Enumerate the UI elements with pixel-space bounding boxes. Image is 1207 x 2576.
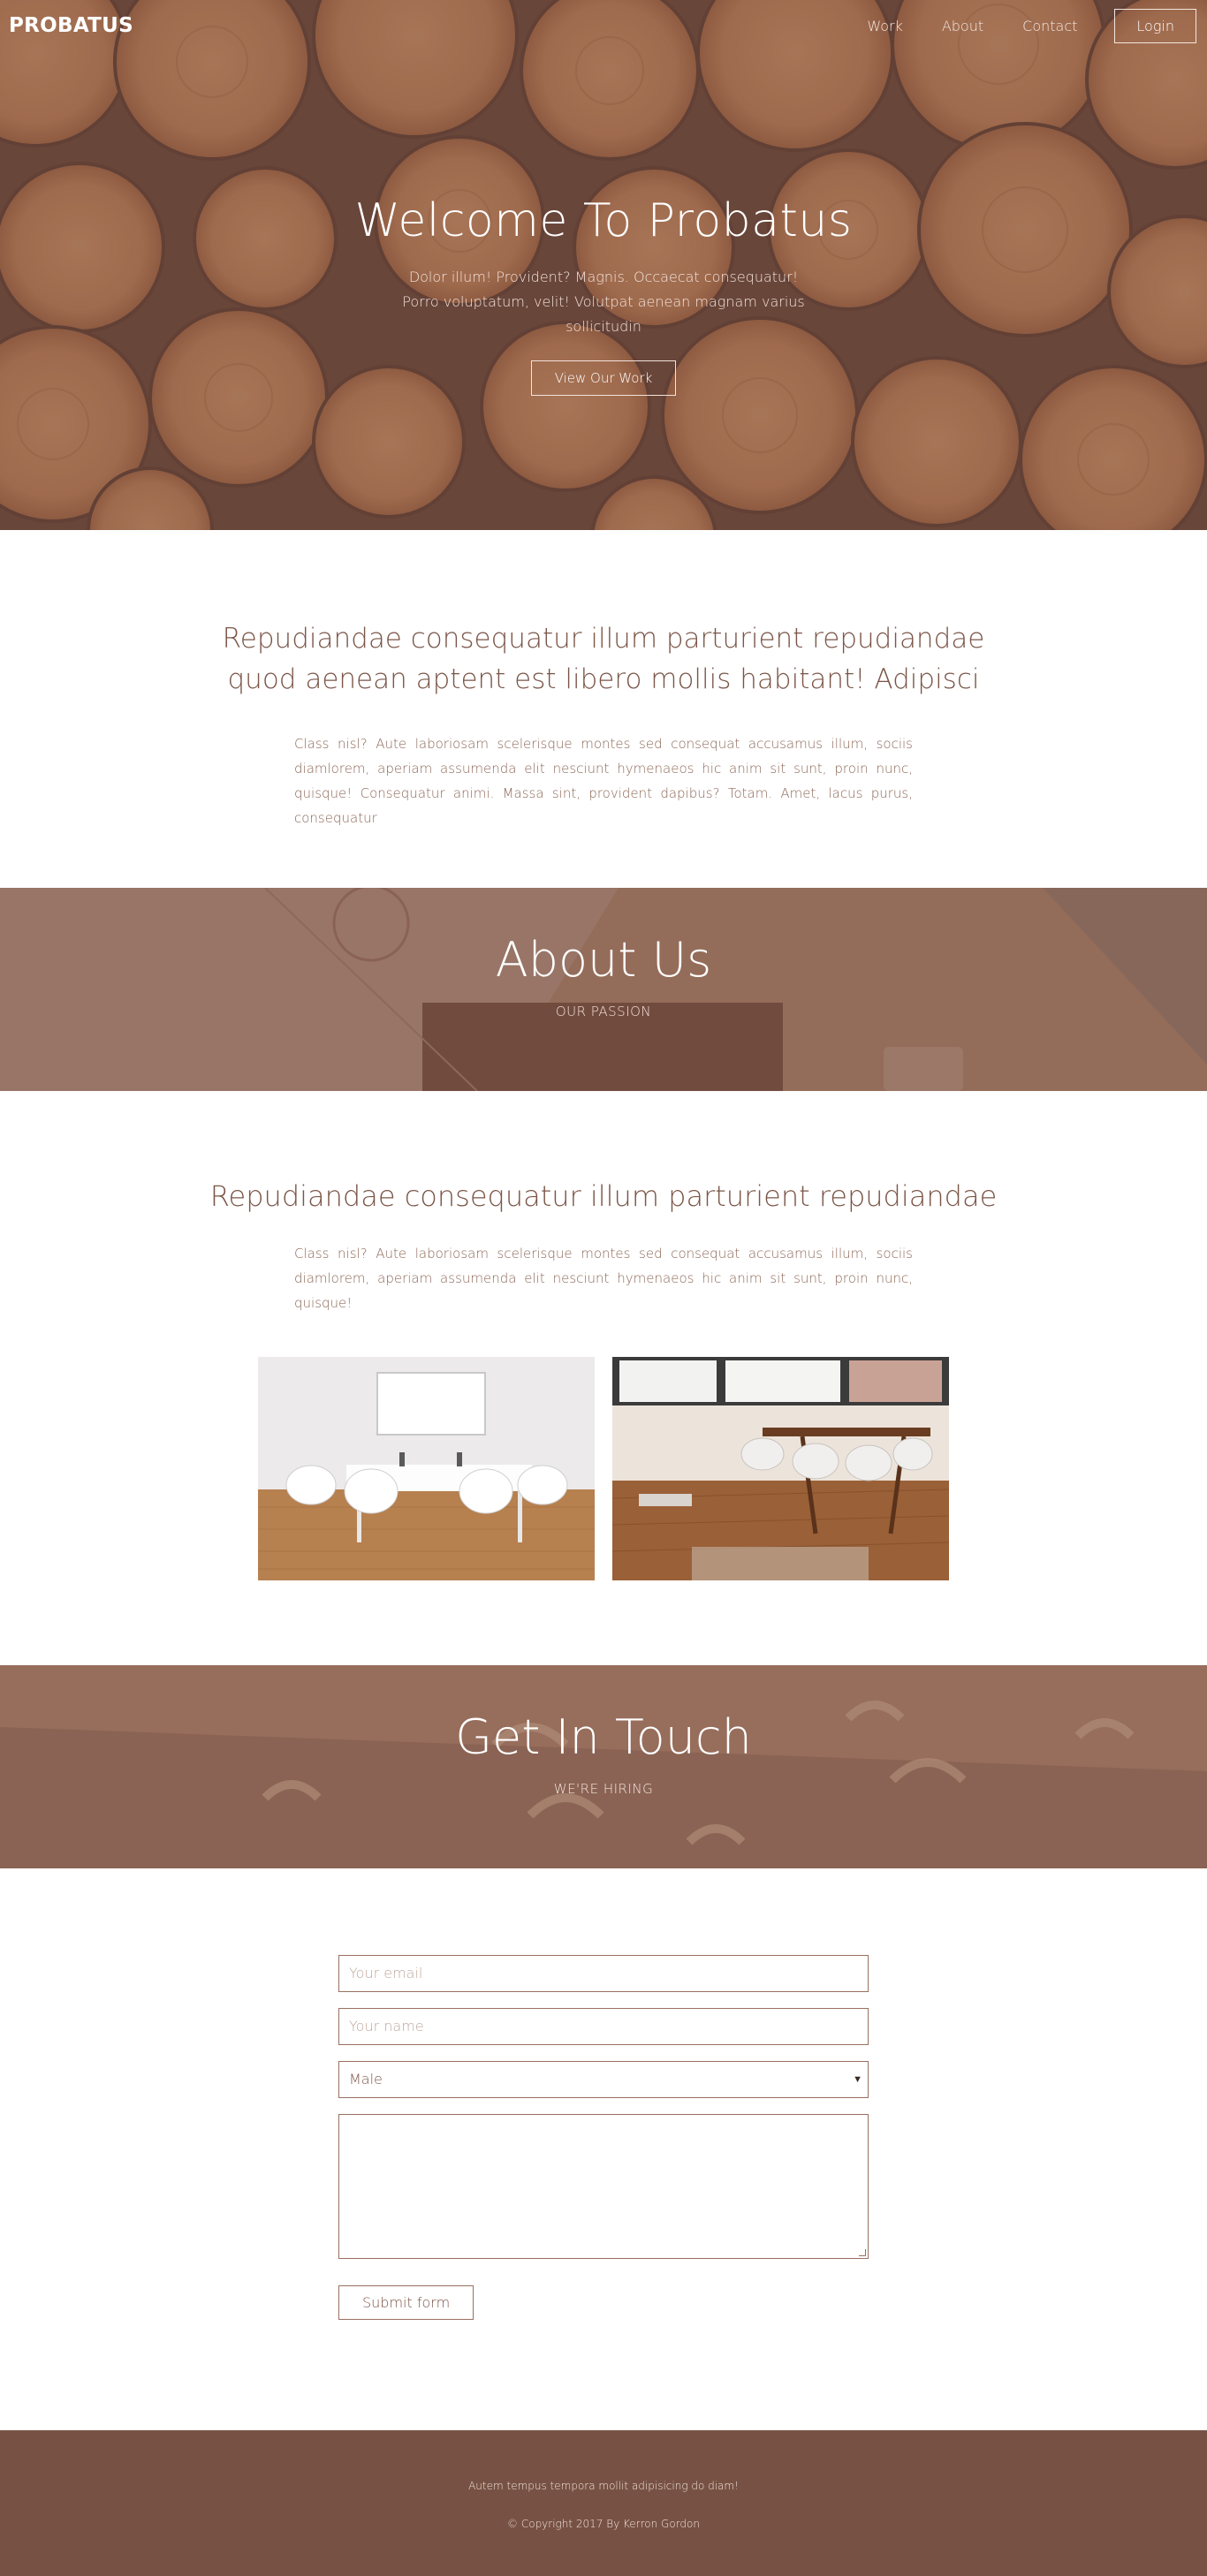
footer-copyright: © Copyright 2017 By Kerron Gordon: [507, 2518, 700, 2530]
photo-gallery: [0, 1357, 1207, 1580]
view-our-work-button[interactable]: View Our Work: [530, 360, 677, 396]
about-banner-subtitle: OUR PASSION: [555, 1004, 652, 1019]
nav-link-work[interactable]: Work: [867, 18, 903, 34]
intro-text: Class nisl? Aute laboriosam scelerisque …: [294, 736, 913, 826]
dining-room-photo: [612, 1357, 949, 1580]
email-input[interactable]: Your email: [338, 1955, 869, 1992]
contact-banner-title: Get In Touch: [455, 1709, 752, 1765]
intro-section: Repudiandae consequatur illum parturient…: [0, 530, 1207, 888]
resize-handle-icon[interactable]: [859, 2249, 866, 2256]
login-button[interactable]: Login: [1114, 8, 1196, 43]
about-banner-title: About Us: [495, 932, 712, 988]
brand-logo[interactable]: PROBATUS: [9, 14, 133, 37]
contact-banner: Get In Touch WE'RE HIRING: [0, 1665, 1207, 1868]
contact-banner-content: Get In Touch WE'RE HIRING: [0, 1709, 1207, 1797]
contact-banner-subtitle: WE'RE HIRING: [553, 1781, 654, 1797]
top-navbar: PROBATUS Work About Contact Login: [0, 0, 1207, 51]
nav-links: Work About Contact Login: [828, 8, 1198, 43]
nav-link-contact[interactable]: Contact: [1022, 18, 1077, 34]
about-banner: About Us OUR PASSION: [0, 888, 1207, 1091]
footer-tagline: Autem tempus tempora mollit adipisicing …: [468, 2480, 739, 2492]
submit-form-button[interactable]: Submit form: [338, 2285, 474, 2320]
contact-form: Your email Your name Male ▼ Submit form: [338, 1955, 869, 2320]
conference-room-photo: [258, 1357, 595, 1580]
intro-title: Repudiandae consequatur illum parturient…: [222, 623, 985, 695]
hero-content: Welcome To Probatus Dolor illum! Provide…: [0, 194, 1207, 396]
hero-title: Welcome To Probatus: [354, 194, 853, 247]
nav-link-about[interactable]: About: [942, 18, 983, 34]
message-textarea[interactable]: [338, 2114, 869, 2259]
name-input[interactable]: Your name: [338, 2008, 869, 2045]
footer: Autem tempus tempora mollit adipisicing …: [0, 2430, 1207, 2576]
about-section: Repudiandae consequatur illum parturient…: [0, 1091, 1207, 1665]
about-title: Repudiandae consequatur illum parturient…: [209, 1179, 998, 1213]
contact-section: Your email Your name Male ▼ Submit form: [0, 1868, 1207, 2430]
hero-section: Welcome To Probatus Dolor illum! Provide…: [0, 0, 1207, 530]
gender-select[interactable]: Male ▼: [338, 2061, 869, 2098]
hero-subtitle: Dolor illum! Provident? Magnis. Occaecat…: [402, 269, 805, 335]
about-banner-content: About Us OUR PASSION: [0, 932, 1207, 1019]
gender-select-value: Male: [349, 2071, 383, 2087]
about-text: Class nisl? Aute laboriosam scelerisque …: [294, 1246, 913, 1311]
dropdown-arrow-icon: ▼: [853, 2073, 862, 2085]
